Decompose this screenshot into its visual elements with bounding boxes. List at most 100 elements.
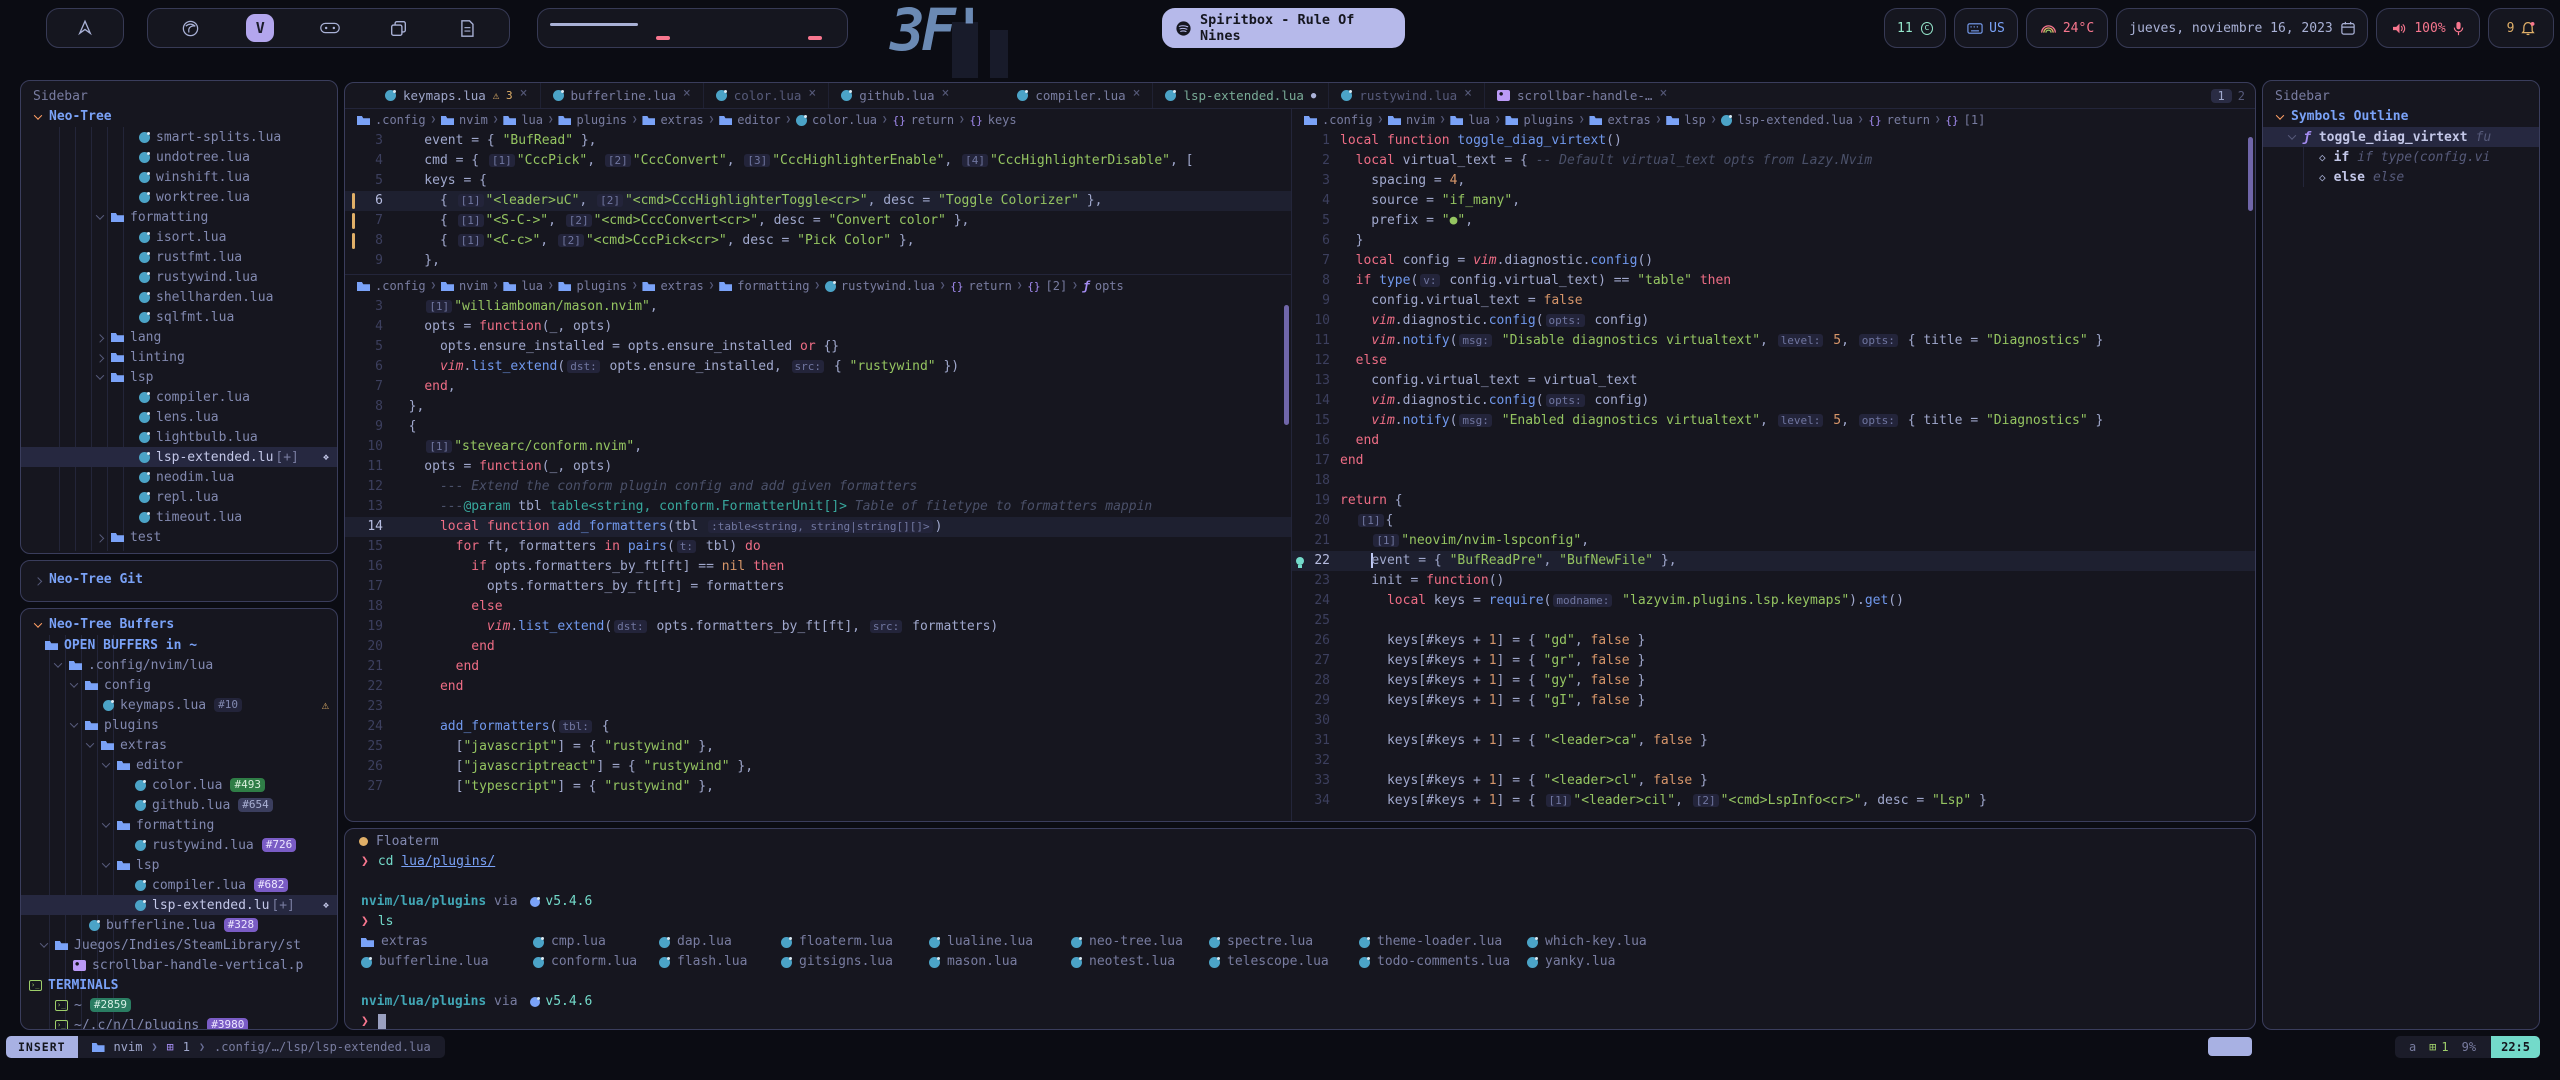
tree-item[interactable]: lightbulb.lua — [21, 427, 337, 447]
code-line[interactable]: 33 keys[#keys + 1] = { "<leader>cl", fal… — [1292, 771, 2255, 791]
code-line[interactable]: 12 else — [1292, 351, 2255, 371]
scrollbar-handle[interactable] — [1284, 305, 1289, 425]
breadcrumb-item[interactable]: extras — [642, 113, 703, 127]
code-area[interactable]: 3 event = { "BufRead" },4 cmd = { [1]"Cc… — [345, 131, 1291, 271]
chevron-down-icon[interactable] — [40, 939, 48, 947]
code-line[interactable]: 14 local function add_formatters(tbl :ta… — [345, 517, 1291, 537]
code-line[interactable]: 12 --- Extend the conform plugin config … — [345, 477, 1291, 497]
tree-item[interactable]: rustfmt.lua — [21, 247, 337, 267]
code-line[interactable]: 15 vim.notify(msg: "Enabled diagnostics … — [1292, 411, 2255, 431]
tree-item[interactable]: editor — [21, 755, 337, 775]
tree-item[interactable]: keymaps.lua#10⚠ — [21, 695, 337, 715]
tree-item[interactable]: lang — [21, 327, 337, 347]
tree-item[interactable]: sqlfmt.lua — [21, 307, 337, 327]
chevron-down-icon[interactable] — [102, 819, 110, 827]
chevron-down-icon[interactable] — [54, 659, 62, 667]
code-line[interactable]: 21 [1]"neovim/nvim-lspconfig", — [1292, 531, 2255, 551]
tree-item[interactable]: compiler.lua#682 — [21, 875, 337, 895]
breadcrumb-item[interactable]: rustywind.lua — [825, 279, 935, 293]
code-line[interactable]: 22 end — [345, 677, 1291, 697]
breadcrumb-item[interactable]: editor — [719, 113, 780, 127]
scrollbar-handle[interactable] — [2248, 137, 2253, 211]
tree-item[interactable]: repl.lua — [21, 487, 337, 507]
tree-item[interactable]: color.lua#493 — [21, 775, 337, 795]
tree-item[interactable]: rustywind.lua — [21, 267, 337, 287]
neo-tree-git-section-header[interactable]: Neo-Tree Git — [21, 561, 337, 590]
code-line[interactable]: 7 { [1]"<S-C->", [2]"<cmd>CccConvert<cr>… — [345, 211, 1291, 231]
tree-item[interactable]: lsp-extended.lu[+]❖ — [21, 447, 337, 467]
tab-scrollbar-handle-[interactable]: scrollbar-handle-…× — [1484, 83, 1679, 108]
tree-item[interactable]: test — [21, 527, 337, 547]
file-entry[interactable]: bufferline.lua — [361, 952, 533, 972]
breadcrumb-item[interactable]: {}[1] — [1945, 113, 1985, 127]
tree-item[interactable]: formatting — [21, 815, 337, 835]
code-line[interactable]: 30 — [1292, 711, 2255, 731]
breadcrumb-item[interactable]: formatting — [719, 279, 809, 293]
file-entry[interactable]: which-key.lua — [1527, 932, 1677, 952]
code-line[interactable]: 34 keys[#keys + 1] = { [1]"<leader>cil",… — [1292, 791, 2255, 811]
code-line[interactable]: 29 keys[#keys + 1] = { "gI", false } — [1292, 691, 2255, 711]
tree-item[interactable]: ›_~/.c/n/l/plugins#3980 — [21, 1015, 337, 1030]
chevron-down-icon[interactable] — [70, 679, 78, 687]
code-line[interactable]: 9 config.virtual_text = false — [1292, 291, 2255, 311]
breadcrumb-item[interactable]: nvim — [441, 279, 488, 293]
file-path[interactable]: .config/…/lsp/lsp-extended.lua — [214, 1040, 431, 1054]
windows-copy-icon[interactable] — [387, 20, 411, 37]
weather-widget[interactable]: 24°C — [2026, 8, 2108, 48]
breadcrumb-item[interactable]: nvim — [1388, 113, 1435, 127]
code-line[interactable]: 4 source = "if_many", — [1292, 191, 2255, 211]
taskbar[interactable] — [537, 8, 848, 48]
tree-item[interactable]: ›_~#2859 — [21, 995, 337, 1015]
workspace-indicator[interactable] — [656, 36, 670, 40]
code-line[interactable]: 21 end — [345, 657, 1291, 677]
updates-widget[interactable]: 11 c — [1884, 8, 1946, 48]
tree-item[interactable]: extras — [21, 735, 337, 755]
code-line[interactable]: 11 opts = function(_, opts) — [345, 457, 1291, 477]
breadcrumb-item[interactable]: .config — [1304, 113, 1373, 127]
code-line[interactable]: 11 vim.notify(msg: "Disable diagnostics … — [1292, 331, 2255, 351]
code-line[interactable]: 4 opts = function(_, opts) — [345, 317, 1291, 337]
file-entry[interactable]: dap.lua — [659, 932, 781, 952]
code-area[interactable]: 1local function toggle_diag_virtext()2 l… — [1292, 131, 2255, 811]
file-entry[interactable]: lualine.lua — [929, 932, 1071, 952]
code-line[interactable]: 1local function toggle_diag_virtext() — [1292, 131, 2255, 151]
code-line[interactable]: 16 if opts.formatters_by_ft[ft] == nil t… — [345, 557, 1291, 577]
editor-pane-color-lua[interactable]: .config❯nvim❯lua❯plugins❯extras❯editor❯c… — [345, 109, 1291, 275]
file-entry[interactable]: theme-loader.lua — [1359, 932, 1527, 952]
breadcrumb-item[interactable]: lsp-extended.lua — [1721, 113, 1853, 127]
tree-item[interactable]: lsp — [21, 855, 337, 875]
code-line[interactable]: 17 opts.formatters_by_ft[ft] = formatter… — [345, 577, 1291, 597]
chevron-down-icon[interactable] — [96, 211, 104, 219]
tree-item[interactable]: lens.lua — [21, 407, 337, 427]
terminal-output[interactable]: ❯cd lua/plugins/nvim/lua/plugins via v5.… — [345, 849, 2255, 1030]
chevron-down-icon[interactable] — [102, 859, 110, 867]
code-line[interactable]: 2 local virtual_text = { -- Default virt… — [1292, 151, 2255, 171]
code-line[interactable]: 10 [1]"stevearc/conform.nvim", — [345, 437, 1291, 457]
breadcrumb-item[interactable]: {}[2] — [1027, 279, 1067, 293]
close-icon[interactable]: × — [1133, 86, 1141, 106]
tab-indicator-2[interactable]: 2 — [2238, 89, 2245, 103]
breadcrumb-item[interactable]: lua — [503, 279, 543, 293]
code-line[interactable]: 9 { — [345, 417, 1291, 437]
close-icon[interactable]: × — [942, 86, 950, 106]
tree-item[interactable]: config — [21, 675, 337, 695]
symbol-item[interactable]: ◇elseelse — [2263, 167, 2539, 187]
code-line[interactable]: 13 ---@param tbl table<string, conform.F… — [345, 497, 1291, 517]
code-line[interactable]: 22 event = { "BufReadPre", "BufNewFile" … — [1292, 551, 2255, 571]
tree-item[interactable]: .config/nvim/lua — [21, 655, 337, 675]
tab-compiler-lua[interactable]: compiler.lua× — [1005, 83, 1152, 108]
close-icon[interactable]: × — [1659, 86, 1667, 106]
code-line[interactable]: 23 init = function() — [1292, 571, 2255, 591]
code-line[interactable]: 5 prefix = "●", — [1292, 211, 2255, 231]
neo-tree-section-header[interactable]: Neo-Tree — [21, 106, 337, 127]
tree-item[interactable]: ›_TERMINALS — [21, 975, 337, 995]
breadcrumb-item[interactable]: {}return — [950, 279, 1012, 293]
breadcrumb-item[interactable]: ƒopts — [1083, 279, 1124, 293]
firefox-icon[interactable] — [178, 19, 202, 38]
code-line[interactable]: 24 local keys = require(modname: "lazyvi… — [1292, 591, 2255, 611]
symbol-item[interactable]: ƒtoggle_diag_virtextfu — [2263, 127, 2539, 147]
tree-item[interactable]: timeout.lua — [21, 507, 337, 527]
breadcrumb-item[interactable]: lua — [503, 113, 543, 127]
breadcrumb-item[interactable]: {}keys — [969, 113, 1016, 127]
volume-widget[interactable]: 100% — [2376, 8, 2480, 48]
